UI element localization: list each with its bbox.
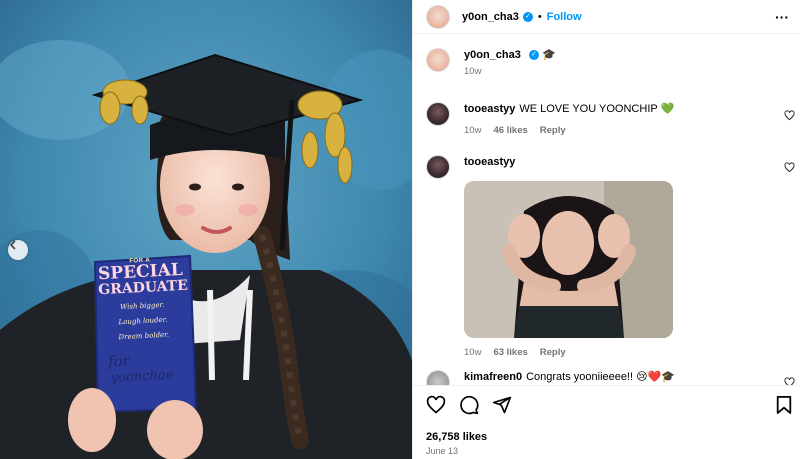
gif-illustration	[464, 181, 673, 338]
card-wish-line: Wish bigger.	[119, 300, 165, 312]
caption-username[interactable]: y0on_cha3	[464, 49, 521, 61]
post-date: June 13	[426, 446, 459, 456]
caption-line: y0on_cha3 ✓ 🎓	[464, 48, 556, 62]
comment-line: tooeastyy	[464, 155, 673, 169]
card-graduate: GRADUATE	[97, 277, 189, 299]
comment-username[interactable]: tooeastyy	[464, 156, 515, 168]
comment-age: 10w	[464, 125, 482, 136]
caption-body: y0on_cha3 ✓ 🎓 10w	[464, 48, 556, 77]
avatar[interactable]	[426, 4, 450, 29]
reply-button[interactable]: Reply	[540, 347, 566, 358]
likes-count[interactable]: 26,758 likes	[426, 431, 487, 443]
post-modal: FOR A SPECIAL GRADUATE Wish bigger. Laug…	[0, 0, 800, 459]
comment-row: kimafreen0 Congrats yooniieeee!! 😢❤️🎓	[426, 370, 675, 385]
comment-likes[interactable]: 46 likes	[493, 125, 527, 136]
post-sidebar: y0on_cha3 ✓ • Follow ··· y0on_cha3 ✓ 🎓 10…	[412, 0, 800, 459]
comment-row: tooeastyy 10w 63 likes Reply	[426, 155, 673, 358]
comments-list[interactable]: y0on_cha3 ✓ 🎓 10w tooeastyy WE LOVE YOU YO…	[413, 34, 800, 385]
post-header: y0on_cha3 ✓ • Follow ···	[413, 0, 800, 34]
comment-meta: 10w 46 likes Reply	[464, 125, 674, 136]
comment-like-heart-icon[interactable]	[784, 110, 795, 121]
more-options-icon[interactable]: ···	[775, 9, 789, 25]
comment-gif[interactable]	[464, 181, 673, 338]
action-icons	[426, 395, 512, 415]
bookmark-icon[interactable]	[775, 395, 793, 415]
comment-emoji: 💚	[660, 103, 675, 115]
avatar[interactable]	[426, 48, 450, 72]
comment-body: kimafreen0 Congrats yooniieeee!! 😢❤️🎓	[464, 370, 675, 385]
card-wish-line: Dream bolder.	[118, 330, 170, 342]
comment-text: WE LOVE YOU YOONCHIP	[519, 103, 658, 115]
follow-button[interactable]: Follow	[547, 11, 582, 23]
comment-like-heart-icon[interactable]	[784, 162, 795, 173]
avatar[interactable]	[426, 102, 450, 126]
comment-like-heart-icon[interactable]	[784, 377, 795, 385]
post-actions: 26,758 likes June 13	[413, 385, 800, 459]
avatar[interactable]	[426, 155, 450, 179]
graduation-card: FOR A SPECIAL GRADUATE Wish bigger. Laug…	[97, 256, 189, 386]
comment-line: tooeastyy WE LOVE YOU YOONCHIP 💚	[464, 102, 674, 116]
heart-icon[interactable]	[426, 395, 446, 415]
caption-emoji: 🎓	[541, 49, 556, 61]
post-media[interactable]: FOR A SPECIAL GRADUATE Wish bigger. Laug…	[0, 0, 412, 459]
comment-username[interactable]: kimafreen0	[464, 371, 522, 383]
comment-line: kimafreen0 Congrats yooniieeee!! 😢❤️🎓	[464, 370, 675, 384]
comment-username[interactable]: tooeastyy	[464, 103, 515, 115]
comment-body: tooeastyy 10w 63 likes Reply	[464, 155, 673, 358]
caption-row: y0on_cha3 ✓ 🎓 10w	[426, 48, 556, 77]
comment-likes[interactable]: 63 likes	[493, 347, 527, 358]
comment-emoji: 😢❤️🎓	[636, 371, 676, 383]
photo-illustration	[0, 0, 412, 459]
caption-meta: 10w	[464, 66, 556, 77]
author-username[interactable]: y0on_cha3	[462, 11, 519, 23]
separator-dot: •	[537, 10, 542, 23]
chevron-left-icon	[9, 240, 16, 250]
comment-body: tooeastyy WE LOVE YOU YOONCHIP 💚 10w 46 l…	[464, 102, 674, 136]
verified-badge-icon: ✓	[528, 50, 539, 61]
caption-age: 10w	[464, 66, 482, 77]
comment-meta: 10w 63 likes Reply	[464, 347, 673, 358]
card-wish-line: Laugh louder.	[118, 315, 168, 327]
comment-icon[interactable]	[459, 395, 479, 415]
comment-age: 10w	[464, 347, 482, 358]
comment-text: Congrats yooniieeee!!	[526, 371, 634, 383]
avatar[interactable]	[426, 370, 450, 385]
comment-row: tooeastyy WE LOVE YOU YOONCHIP 💚 10w 46 l…	[426, 102, 674, 136]
reply-button[interactable]: Reply	[540, 125, 566, 136]
verified-badge-icon: ✓	[522, 11, 533, 22]
previous-media-button[interactable]	[8, 240, 28, 260]
share-icon[interactable]	[492, 395, 512, 415]
